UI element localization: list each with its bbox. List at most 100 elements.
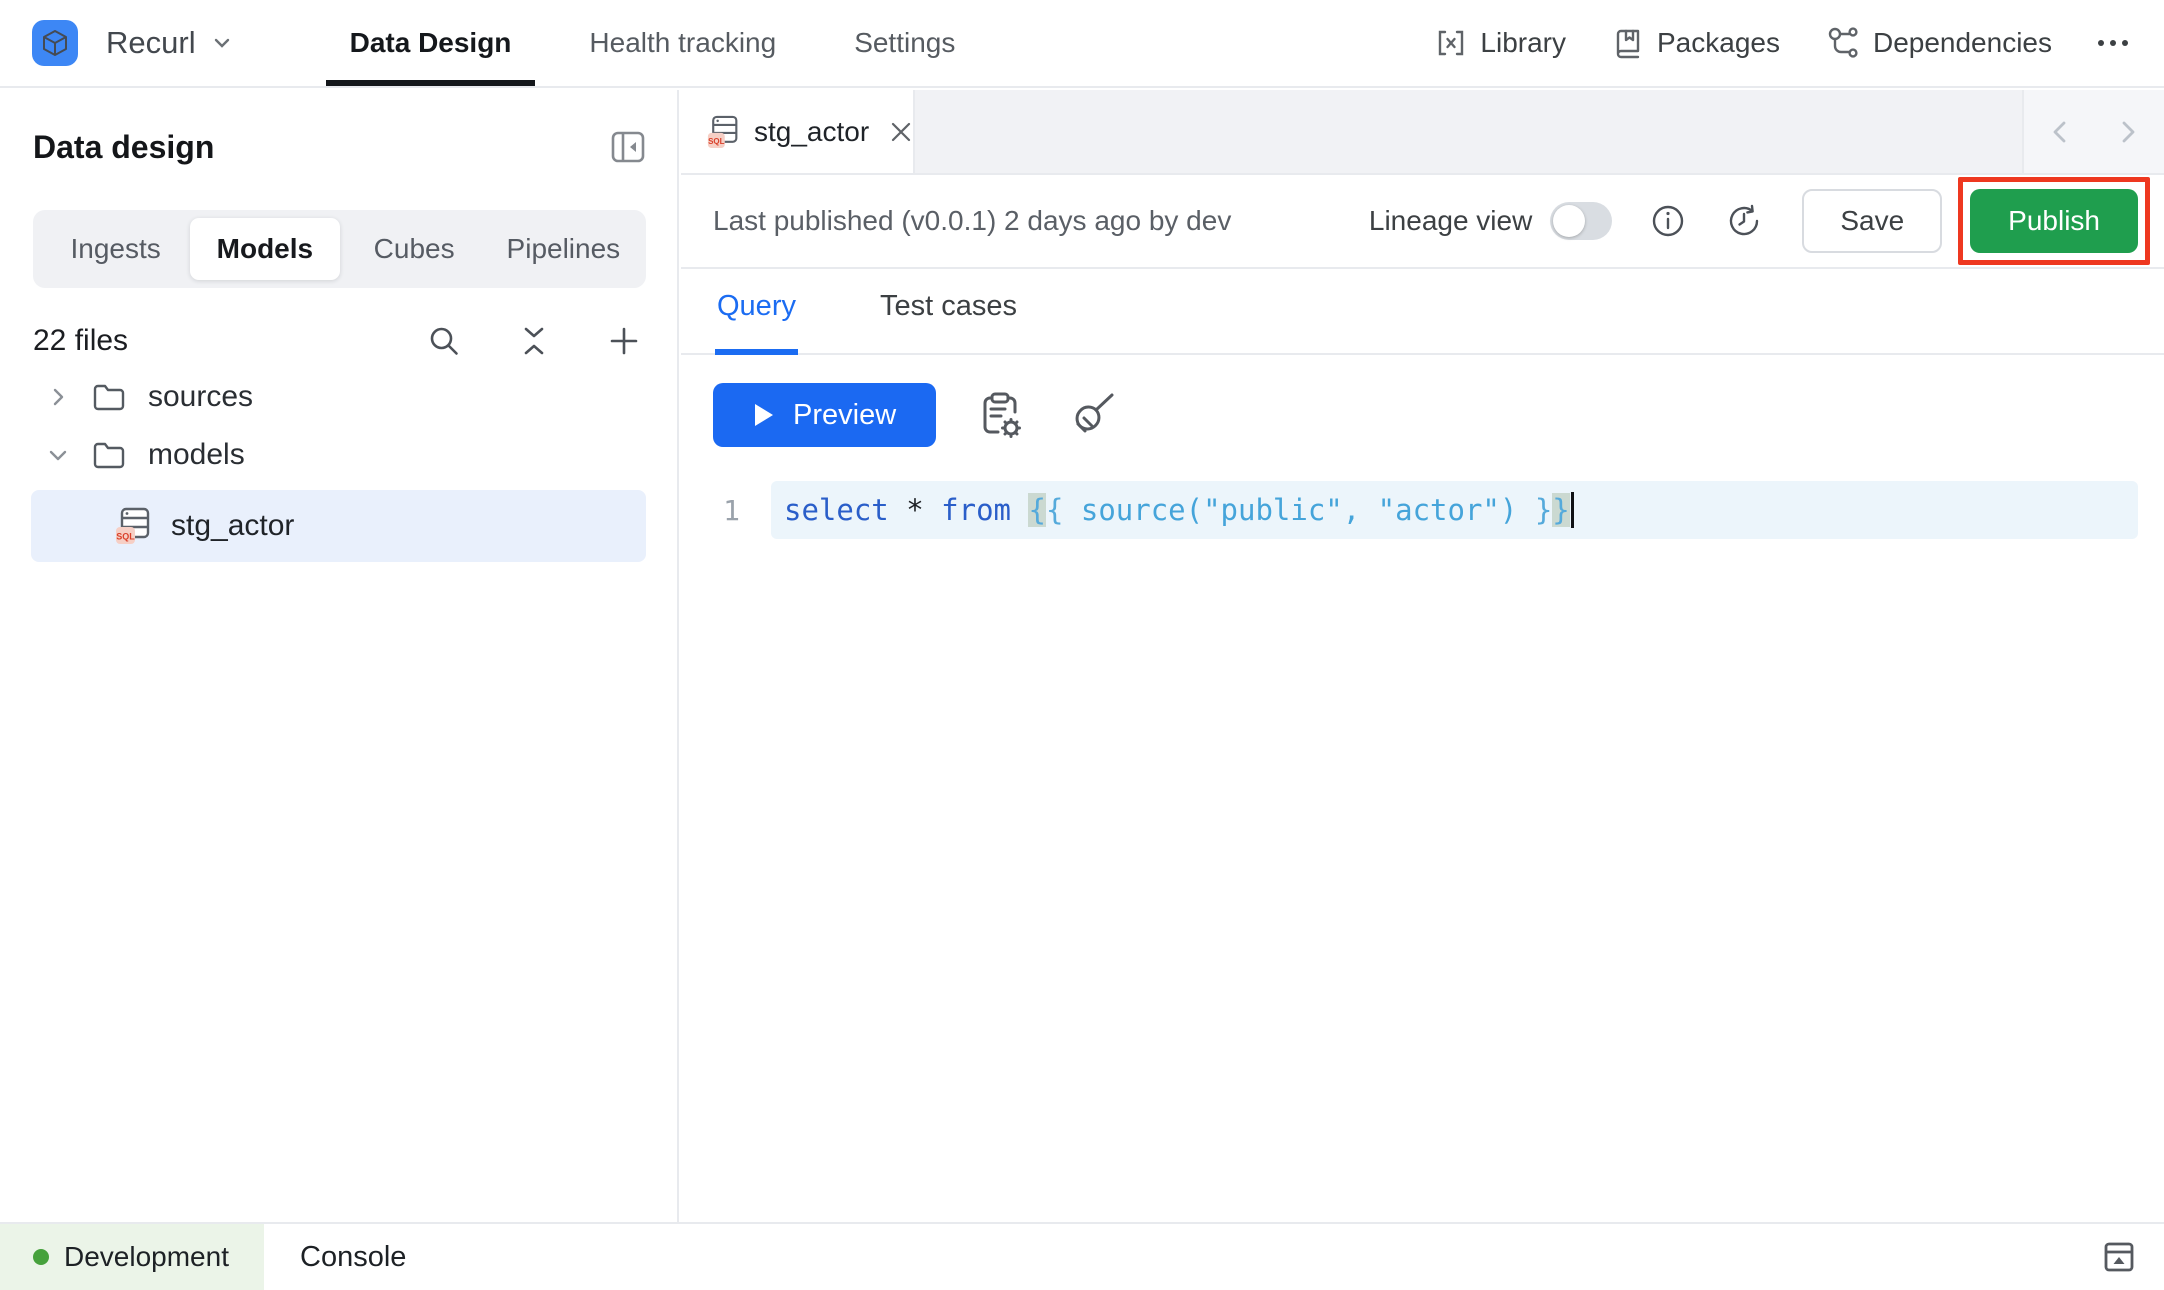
history-button[interactable] <box>1726 203 1762 239</box>
publish-button[interactable]: Publish <box>1970 189 2138 253</box>
code-token: { <box>1028 493 1045 527</box>
sidebar: Data design Ingests Models Cubes Pipelin… <box>0 90 679 1222</box>
editor-tab-stg-actor[interactable]: SQL stg_actor <box>681 90 915 173</box>
tab-query[interactable]: Query <box>715 290 798 355</box>
graph-nodes-icon <box>1826 26 1860 60</box>
chevron-right-icon <box>2115 117 2141 147</box>
preview-button[interactable]: Preview <box>713 383 936 447</box>
console-tab[interactable]: Console <box>300 1241 406 1274</box>
nav-tab-data-design[interactable]: Data Design <box>326 0 536 86</box>
dependencies-button[interactable]: Dependencies <box>1826 26 2052 60</box>
add-file-button[interactable] <box>607 324 641 358</box>
tree-file-stg-actor[interactable]: SQL stg_actor <box>31 490 646 562</box>
publish-annotation-highlight: Publish <box>1958 177 2150 265</box>
environment-badge[interactable]: Development <box>0 1224 264 1290</box>
more-menu-button[interactable] <box>2096 37 2130 49</box>
code-token: select <box>784 493 889 527</box>
search-files-button[interactable] <box>427 324 461 358</box>
code-token: { <box>1046 493 1063 527</box>
collapse-all-button[interactable] <box>517 324 551 358</box>
sql-file-icon: SQL <box>707 114 739 150</box>
clipboard-gear-icon <box>978 390 1024 440</box>
tab-cubes[interactable]: Cubes <box>340 218 489 280</box>
tree-item-label: stg_actor <box>171 509 294 543</box>
lineage-view-toggle[interactable] <box>1550 202 1612 240</box>
format-query-button[interactable] <box>1066 391 1116 439</box>
code-token: } <box>1535 493 1552 527</box>
close-icon <box>888 119 914 145</box>
info-button[interactable] <box>1650 203 1686 239</box>
primary-nav: Data Design Health tracking Settings <box>326 0 1010 86</box>
preview-label: Preview <box>793 399 896 432</box>
search-icon <box>427 324 461 358</box>
file-tree: sources models <box>0 368 677 562</box>
code-editor[interactable]: 1 select * from { { source("public", "ac… <box>681 481 2164 539</box>
sidebar-title: Data design <box>33 129 214 166</box>
chevron-down-icon[interactable] <box>46 444 70 466</box>
chevron-left-icon <box>2047 117 2073 147</box>
topbar-actions: Library Packages Dependencies <box>1389 26 2130 60</box>
editor-panel: SQL stg_actor Last published (v0.0. <box>681 90 2164 1222</box>
editor-tab-title: stg_actor <box>754 116 869 148</box>
code-token: source("public", "actor") <box>1063 493 1534 527</box>
tab-test-cases[interactable]: Test cases <box>878 290 1019 355</box>
packages-button[interactable]: Packages <box>1612 27 1780 59</box>
query-settings-button[interactable] <box>978 390 1024 440</box>
app-logo[interactable] <box>32 20 78 66</box>
editor-subtabs: Query Test cases <box>681 269 2164 355</box>
tab-models[interactable]: Models <box>190 218 339 280</box>
panel-expand-icon <box>2102 1240 2136 1274</box>
query-canvas: Preview <box>681 355 2164 539</box>
collapse-panel-icon <box>609 128 647 166</box>
code-token: from <box>941 493 1011 527</box>
book-icon <box>1612 27 1644 59</box>
tree-folder-sources[interactable]: sources <box>0 368 677 426</box>
info-icon <box>1650 203 1686 239</box>
workspace-switcher[interactable]: Recurl <box>106 25 234 61</box>
library-label: Library <box>1480 27 1566 59</box>
ellipsis-icon <box>2096 37 2130 49</box>
workspace-name: Recurl <box>106 25 196 61</box>
svg-text:SQL: SQL <box>708 137 725 146</box>
chevron-right-icon[interactable] <box>46 386 70 408</box>
sql-file-icon: SQL <box>115 506 151 546</box>
nav-back-button[interactable] <box>2047 117 2073 147</box>
editor-tab-strip: SQL stg_actor <box>681 90 2164 175</box>
environment-label: Development <box>64 1241 229 1273</box>
tab-ingests[interactable]: Ingests <box>41 218 190 280</box>
packages-label: Packages <box>1657 27 1780 59</box>
collapse-all-icon <box>517 324 551 358</box>
nav-tab-settings[interactable]: Settings <box>830 0 979 86</box>
tree-folder-models[interactable]: models <box>0 426 677 484</box>
query-actions-row: Preview <box>713 383 2164 447</box>
code-token: } <box>1552 493 1569 527</box>
files-count: 22 files <box>33 324 371 358</box>
save-button[interactable]: Save <box>1802 189 1942 253</box>
play-icon <box>753 402 775 428</box>
last-published-info: Last published (v0.0.1) 2 days ago by de… <box>713 205 1369 237</box>
sidebar-header: Data design <box>0 90 677 166</box>
line-number: 1 <box>681 494 771 527</box>
nav-tab-health-tracking[interactable]: Health tracking <box>565 0 800 86</box>
environment-status-dot <box>33 1249 49 1265</box>
nav-forward-button[interactable] <box>2115 117 2141 147</box>
status-bar: Development Console <box>0 1222 2164 1290</box>
code-line-1[interactable]: select * from { { source("public", "acto… <box>771 481 2138 539</box>
close-tab-button[interactable] <box>888 119 914 145</box>
top-bar: Recurl Data Design Health tracking Setti… <box>0 0 2164 88</box>
cube-icon <box>41 29 69 57</box>
lineage-view-label: Lineage view <box>1369 205 1532 237</box>
toggle-knob <box>1553 205 1585 237</box>
folder-icon <box>92 382 126 412</box>
code-token <box>1011 493 1028 527</box>
svg-text:SQL: SQL <box>116 532 135 542</box>
history-clock-icon <box>1726 203 1762 239</box>
tab-pipelines[interactable]: Pipelines <box>489 218 638 280</box>
plus-icon <box>607 324 641 358</box>
tree-item-label: sources <box>148 380 253 414</box>
sidebar-tab-group: Ingests Models Cubes Pipelines <box>33 210 646 288</box>
library-button[interactable]: Library <box>1435 27 1566 59</box>
brackets-x-icon <box>1435 27 1467 59</box>
collapse-sidebar-button[interactable] <box>609 128 647 166</box>
expand-console-button[interactable] <box>2102 1240 2136 1274</box>
